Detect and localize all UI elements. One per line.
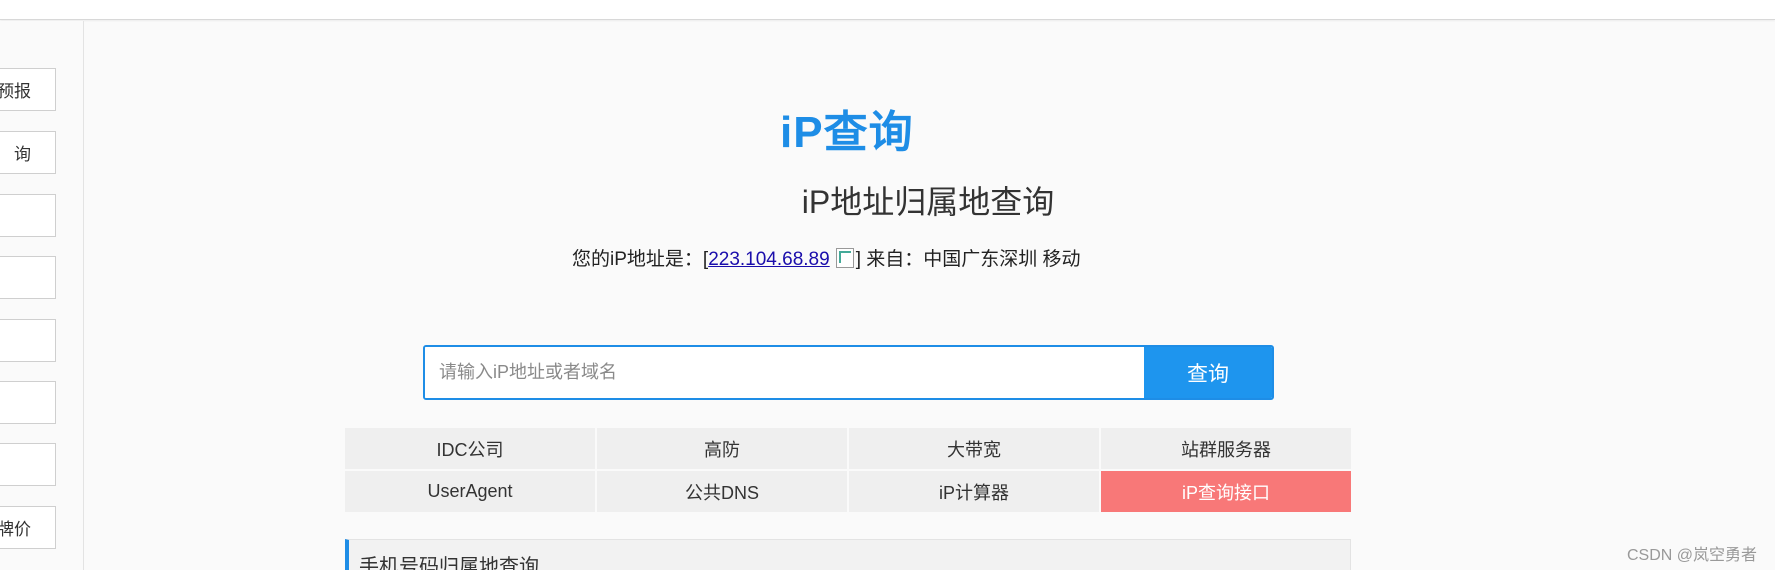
quick-link-ip-calculator[interactable]: iP计算器 xyxy=(849,471,1099,512)
ip-address-link[interactable]: 223.104.68.89 xyxy=(708,249,830,270)
ip-search-input[interactable] xyxy=(425,347,1144,398)
quick-link-public-dns[interactable]: 公共DNS xyxy=(597,471,847,512)
watermark: CSDN @岚空勇者 xyxy=(1626,547,1757,564)
ip-info-line: 您的iP地址是：[223.104.68.89 ] 来自：中国广东深圳 移动 xyxy=(572,244,1081,271)
main-content: iP查询 iP地址归属地查询 您的iP地址是：[223.104.68.89 ] 来… xyxy=(85,21,1775,570)
section-header-phone-lookup: 手机号码归属地查询 xyxy=(345,539,1351,570)
quick-link-ddos[interactable]: 高防 xyxy=(597,428,847,469)
broken-image-icon xyxy=(835,248,854,268)
quick-links-grid: IDC公司 高防 大带宽 站群服务器 UserAgent 公共DNS iP计算器… xyxy=(345,428,1351,512)
quick-link-cluster-server[interactable]: 站群服务器 xyxy=(1101,428,1351,469)
sidebar-item-forecast[interactable]: 预报 xyxy=(0,68,56,111)
sidebar-item-7[interactable] xyxy=(0,443,56,486)
search-box: 查询 xyxy=(423,345,1274,400)
quick-link-useragent[interactable]: UserAgent xyxy=(345,471,595,512)
site-logo[interactable]: iP查询 xyxy=(780,96,914,160)
page-title: iP地址归属地查询 xyxy=(801,184,1055,220)
sidebar-item-6[interactable] xyxy=(0,381,56,424)
sidebar-item-query[interactable]: 询 xyxy=(0,131,56,174)
quick-link-bandwidth[interactable]: 大带宽 xyxy=(849,428,1099,469)
top-bar xyxy=(0,0,1775,20)
ip-info-suffix: ] 来自：中国广东深圳 移动 xyxy=(855,249,1081,270)
ip-info-prefix: 您的iP地址是：[ xyxy=(572,249,709,270)
sidebar: 预报 询 牌价 xyxy=(0,21,84,570)
sidebar-item-price[interactable]: 牌价 xyxy=(0,506,56,549)
sidebar-item-5[interactable] xyxy=(0,319,56,362)
quick-link-idc[interactable]: IDC公司 xyxy=(345,428,595,469)
search-button[interactable]: 查询 xyxy=(1144,347,1272,398)
quick-link-ip-api[interactable]: iP查询接口 xyxy=(1101,471,1351,512)
sidebar-item-4[interactable] xyxy=(0,256,56,299)
